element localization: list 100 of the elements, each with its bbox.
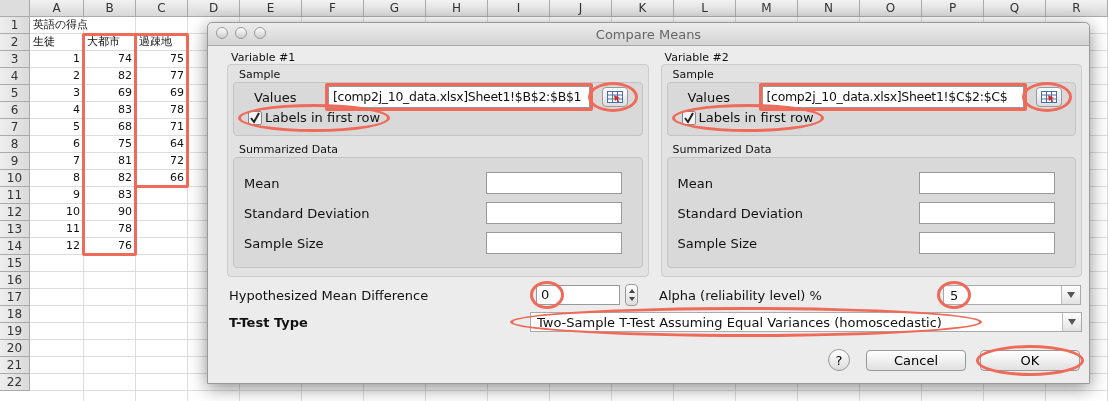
row-header[interactable]: 2 [0,34,30,51]
column-header[interactable]: L [674,0,736,17]
row-header[interactable]: 9 [0,153,30,170]
labels-checkbox[interactable]: Labels in first row [248,109,381,127]
table-cell: 9 [30,187,84,204]
select-all-corner[interactable] [0,0,30,17]
table-cell: 過疎地 [136,34,188,51]
column-header[interactable]: R [1046,0,1108,17]
table-cell: 69 [84,85,136,102]
table-cell: 大都市 [84,34,136,51]
table-cell: 75 [136,51,188,68]
field-label: Mean [244,175,280,191]
row-header[interactable]: 16 [0,272,30,289]
row-header[interactable]: 14 [0,238,30,255]
row-header[interactable]: 15 [0,255,30,272]
row-header[interactable]: 11 [0,187,30,204]
column-header[interactable]: H [426,0,488,17]
row-header[interactable]: 17 [0,289,30,306]
close-button[interactable] [216,27,228,39]
table-cell: 12 [30,238,84,255]
checkmark-icon [682,112,695,124]
group-title: Variable #2 [663,51,730,64]
field-label: T-Test Type [228,314,309,330]
column-header[interactable]: I [488,0,550,17]
column-header[interactable]: Q [984,0,1046,17]
table-cell: 10 [30,204,84,221]
input-field[interactable] [919,172,1055,195]
section-title: Summarized Data [238,142,339,158]
table-cell: 83 [84,102,136,119]
table-cell: 81 [84,153,136,170]
field-label: Sample Size [244,235,324,251]
input-field[interactable] [919,232,1055,255]
row-header[interactable]: 21 [0,357,30,374]
section-title: Sample [671,67,715,82]
column-header[interactable]: K [612,0,674,17]
input-field[interactable] [485,232,622,255]
table-cell: 66 [136,170,188,187]
stepper-control[interactable] [625,284,638,306]
table-cell: 82 [84,68,136,85]
row-header[interactable]: 18 [0,306,30,323]
row-header[interactable]: 7 [0,119,30,136]
column-header[interactable]: P [922,0,984,17]
table-cell: 83 [84,187,136,204]
range-picker-button[interactable] [1035,87,1062,107]
table-cell: 生徒 [30,34,84,51]
column-header[interactable]: E [240,0,302,17]
field-label: Standard Deviation [677,205,803,221]
row-header[interactable]: 13 [0,221,30,238]
column-header[interactable]: C [136,0,188,17]
row-header[interactable]: 22 [0,374,30,391]
row-header[interactable]: 6 [0,102,30,119]
table-cell: 82 [84,170,136,187]
field-label: Values [686,89,731,105]
group-title: Variable #1 [230,51,297,64]
row-header[interactable]: 4 [0,68,30,85]
table-cell: 78 [84,221,136,238]
column-header[interactable]: M [736,0,798,17]
row-header[interactable]: 19 [0,323,30,340]
values-field[interactable]: [comp2j_10_data.xlsx]Sheet1!$C$2:$C$ [761,86,1024,108]
row-header[interactable]: 8 [0,136,30,153]
section-title: Sample [238,67,282,82]
row-header[interactable]: 12 [0,204,30,221]
table-cell: 3 [30,85,84,102]
input-field[interactable] [485,202,622,225]
table-cell: 8 [30,170,84,187]
dropdown-arrow-icon [1068,319,1076,325]
column-header[interactable]: G [364,0,426,17]
section-title: Summarized Data [671,142,773,158]
input-field[interactable]: 0 [536,285,620,305]
table-cell: 90 [84,204,136,221]
checkmark-icon [249,112,261,124]
column-header[interactable]: D [188,0,240,17]
values-field[interactable]: [comp2j_10_data.xlsx]Sheet1!$B$2:$B$1 [328,86,590,108]
row-header[interactable]: 20 [0,340,30,357]
labels-checkbox[interactable]: Labels in first row [681,109,814,127]
column-header[interactable]: O [860,0,922,17]
range-picker-button[interactable] [602,87,628,107]
t-test-type-dropdown[interactable]: Two-Sample T-Test Assuming Equal Variances (homoscedastic) [530,312,1082,332]
table-cell: 6 [30,136,84,153]
table-cell: 69 [136,85,188,102]
input-field[interactable] [919,202,1055,225]
column-header[interactable]: A [30,0,84,17]
row-header[interactable]: 3 [0,51,30,68]
dialog-button[interactable]: OK [980,349,1080,371]
column-header[interactable]: B [84,0,136,17]
column-header[interactable]: N [798,0,860,17]
column-header[interactable]: F [302,0,364,17]
dialog-button[interactable]: Cancel [866,349,966,371]
minimize-button[interactable] [235,27,247,39]
row-header[interactable]: 5 [0,85,30,102]
column-header[interactable]: J [550,0,612,17]
zoom-button[interactable] [254,27,266,39]
help-button[interactable]: ? [828,349,850,371]
alpha-dropdown[interactable]: 5 [943,285,1081,305]
row-header[interactable]: 1 [0,17,30,34]
input-field[interactable] [485,172,622,195]
table-cell: 77 [136,68,188,85]
table-cell: 2 [30,68,84,85]
table-cell: 72 [136,153,188,170]
row-header[interactable]: 10 [0,170,30,187]
